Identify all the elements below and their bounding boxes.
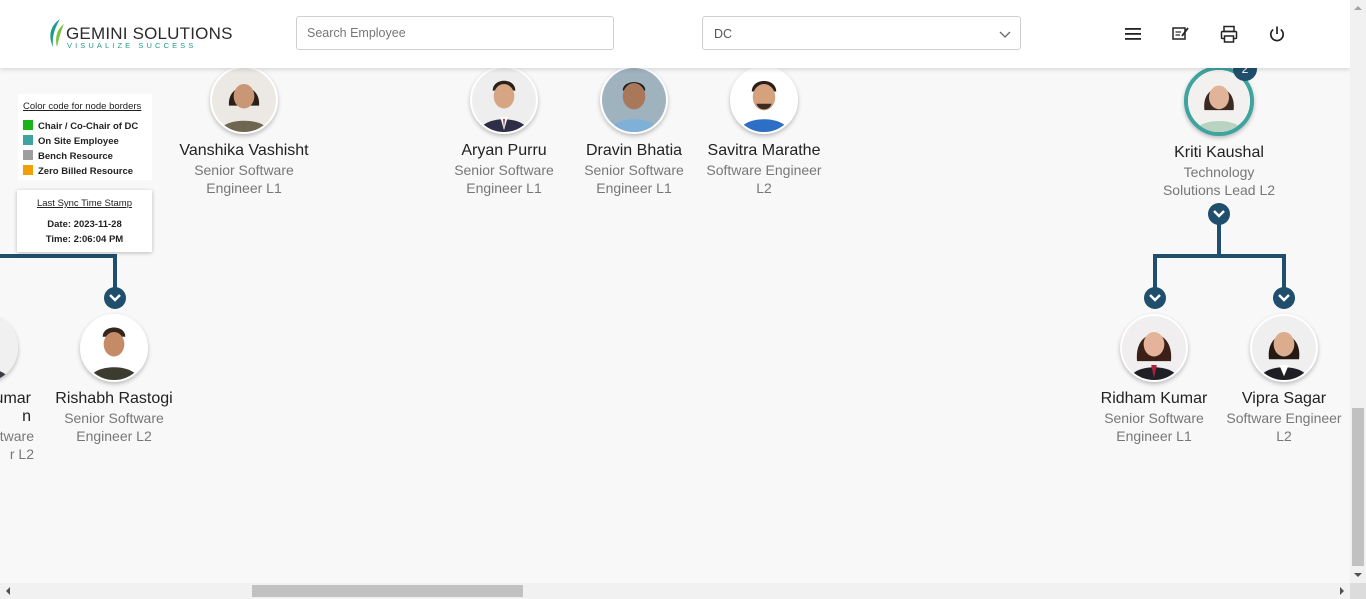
- legend-label: Bench Resource: [38, 151, 113, 162]
- employee-name: Vanshika Vashisht: [179, 142, 309, 159]
- top-header: GEMINI SOLUTIONS VISUALIZE SUCCESS DC: [0, 0, 1350, 68]
- employee-designation: Software Engineer L2: [1226, 410, 1342, 444]
- employee-designation: Senior Software Engineer L1: [584, 162, 684, 196]
- employee-name-fragment: umar n: [0, 390, 31, 426]
- person-icon: [602, 68, 666, 132]
- avatar[interactable]: [1250, 314, 1318, 382]
- scroll-left-arrow-icon[interactable]: [0, 583, 16, 599]
- legend-label: Zero Billed Resource: [38, 166, 134, 177]
- chevron-down-icon: [1213, 210, 1225, 218]
- employee-node[interactable]: Aryan Purru Senior Software Engineer L1: [439, 66, 569, 197]
- logo-leaf-icon: [50, 19, 64, 47]
- avatar[interactable]: [1120, 314, 1188, 382]
- menu-icon[interactable]: [1123, 24, 1143, 44]
- legend-item-bench: Bench Resource: [23, 150, 113, 162]
- expand-toggle-kriti[interactable]: [1208, 203, 1230, 225]
- employee-node[interactable]: Vanshika Vashisht Senior Software Engine…: [179, 66, 309, 197]
- employee-name: Vipra Sagar: [1241, 390, 1327, 407]
- avatar[interactable]: [470, 66, 538, 134]
- employee-designation: Technology Solutions Lead L2: [1162, 164, 1276, 198]
- border-color-legend: Color code for node borders Chair / Co-C…: [18, 94, 152, 180]
- employee-name: Ridham Kumar: [1100, 390, 1208, 407]
- avatar[interactable]: [0, 314, 18, 382]
- avatar[interactable]: [730, 66, 798, 134]
- legend-swatch-teal: [23, 135, 33, 145]
- expand-toggle-ridham[interactable]: [1144, 287, 1166, 309]
- employee-designation-line: r L2: [9, 446, 34, 462]
- employee-designation: Senior Software Engineer L1: [194, 162, 294, 196]
- person-icon: [82, 316, 146, 380]
- sync-time: Time: 2:06:04 PM: [45, 234, 124, 245]
- scrollbar-corner: [1350, 583, 1366, 599]
- employee-name: Kriti Kaushal: [1174, 144, 1264, 161]
- avatar[interactable]: [80, 314, 148, 382]
- sync-title: Last Sync Time Stamp: [36, 198, 133, 209]
- sync-date: Date: 2023-11-28: [47, 219, 122, 230]
- employee-node[interactable]: Dravin Bhatia Senior Software Engineer L…: [569, 66, 699, 197]
- company-logo[interactable]: GEMINI SOLUTIONS VISUALIZE SUCCESS: [46, 18, 232, 50]
- legend-swatch-green: [23, 120, 33, 130]
- person-icon: [1252, 316, 1316, 380]
- search-employee-input[interactable]: [296, 16, 614, 50]
- horizontal-scrollbar[interactable]: [0, 583, 1350, 599]
- employee-node[interactable]: Vipra Sagar Software Engineer L2: [1219, 314, 1349, 445]
- chevron-down-icon: [1149, 294, 1161, 302]
- feedback-icon[interactable]: [1170, 24, 1190, 44]
- department-select-value: DC: [714, 27, 733, 41]
- print-icon[interactable]: [1219, 24, 1239, 44]
- person-icon: [212, 68, 276, 132]
- chevron-down-icon: [109, 294, 121, 302]
- chevron-down-icon: [1278, 294, 1290, 302]
- vertical-scroll-thumb[interactable]: [1352, 408, 1364, 566]
- person-icon: [472, 68, 536, 132]
- employee-designation: Senior Software Engineer L1: [1104, 410, 1204, 444]
- employee-designation: Software Engineer L2: [706, 162, 822, 196]
- employee-name-line: umar: [0, 390, 31, 407]
- logo-tagline: VISUALIZE SUCCESS: [67, 41, 197, 50]
- employee-designation-line: tware: [0, 428, 34, 444]
- person-icon: [0, 314, 18, 382]
- employee-node[interactable]: Rishabh Rastogi Senior Software Engineer…: [49, 314, 179, 445]
- avatar[interactable]: [600, 66, 668, 134]
- chevron-down-icon: [999, 31, 1011, 38]
- employee-node[interactable]: Savitra Marathe Software Engineer L2: [699, 66, 829, 197]
- legend-item-zero-billed: Zero Billed Resource: [23, 165, 133, 177]
- department-select[interactable]: DC: [702, 16, 1021, 50]
- employee-node[interactable]: Ridham Kumar Senior Software Engineer L1: [1089, 314, 1219, 445]
- scroll-right-arrow-icon[interactable]: [1334, 583, 1350, 599]
- employee-designation: Senior Software Engineer L1: [454, 162, 554, 196]
- legend-title: Color code for node borders: [23, 101, 142, 112]
- employee-name: Dravin Bhatia: [585, 142, 683, 159]
- employee-name: Rishabh Rastogi: [55, 390, 173, 407]
- legend-label: On Site Employee: [38, 136, 119, 147]
- power-icon[interactable]: [1267, 24, 1287, 44]
- scroll-down-arrow-icon[interactable]: [1350, 567, 1366, 583]
- expand-toggle-rishabh[interactable]: [104, 287, 126, 309]
- employee-node-onsite[interactable]: Kriti Kaushal Technology Solutions Lead …: [1154, 66, 1284, 199]
- employee-node-partial[interactable]: umar n tware r L2: [0, 314, 40, 464]
- employee-designation-fragment: tware r L2: [0, 427, 34, 463]
- legend-swatch-orange: [23, 165, 33, 175]
- employee-name: Aryan Purru: [461, 142, 547, 159]
- person-icon: [1122, 316, 1186, 380]
- person-icon: [732, 68, 796, 132]
- legend-label: Chair / Co-Chair of DC: [38, 121, 139, 132]
- legend-item-onsite: On Site Employee: [23, 135, 119, 147]
- avatar[interactable]: [210, 66, 278, 134]
- expand-toggle-vipra[interactable]: [1273, 287, 1295, 309]
- employee-name: Savitra Marathe: [707, 142, 821, 159]
- last-sync-panel: Last Sync Time Stamp Date: 2023-11-28 Ti…: [17, 190, 152, 252]
- employee-name-line: n: [22, 408, 31, 425]
- horizontal-scroll-thumb[interactable]: [252, 585, 523, 597]
- legend-swatch-gray: [23, 150, 33, 160]
- legend-item-chair: Chair / Co-Chair of DC: [23, 120, 138, 132]
- scroll-up-arrow-icon[interactable]: [1350, 0, 1366, 16]
- employee-designation: Senior Software Engineer L2: [64, 410, 164, 444]
